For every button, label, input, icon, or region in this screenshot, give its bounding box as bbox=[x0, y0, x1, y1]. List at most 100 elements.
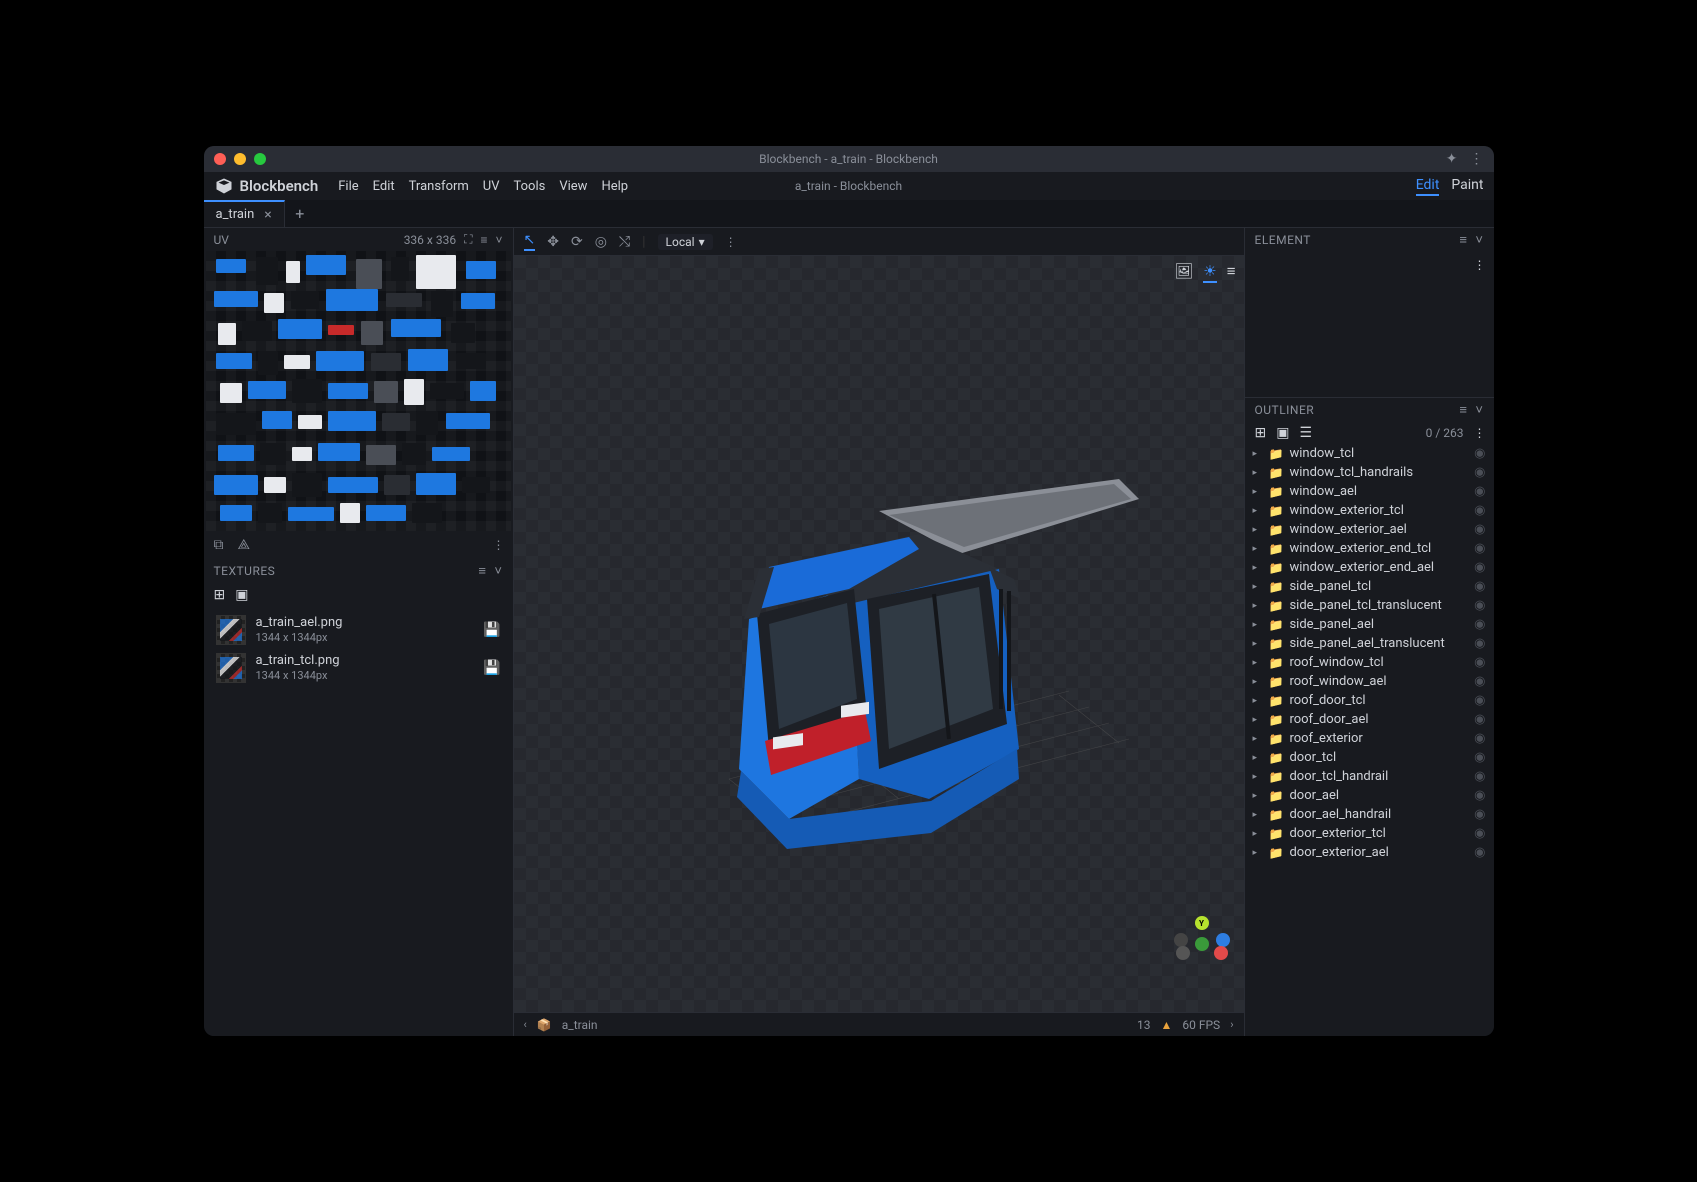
outliner-item[interactable]: ▸📁window_exterior_tcl◉ bbox=[1245, 501, 1494, 520]
expand-chevron-icon[interactable]: ▸ bbox=[1253, 449, 1263, 459]
outliner-item[interactable]: ▸📁window_exterior_end_ael◉ bbox=[1245, 558, 1494, 577]
expand-chevron-icon[interactable]: ▸ bbox=[1253, 620, 1263, 630]
expand-chevron-icon[interactable]: ▸ bbox=[1253, 829, 1263, 839]
uv-canvas[interactable] bbox=[206, 251, 511, 531]
outliner-item[interactable]: ▸📁window_tcl◉ bbox=[1245, 444, 1494, 463]
outliner-item[interactable]: ▸📁door_exterior_tcl◉ bbox=[1245, 824, 1494, 843]
expand-chevron-icon[interactable]: ▸ bbox=[1253, 582, 1263, 592]
expand-chevron-icon[interactable]: ▸ bbox=[1253, 848, 1263, 858]
viewport-menu-icon[interactable]: ≡ bbox=[1227, 262, 1236, 283]
element-menu-icon[interactable]: ≡ bbox=[1459, 232, 1467, 248]
uv-mirror-icon[interactable]: ⟁ bbox=[238, 537, 251, 553]
warning-icon[interactable]: ▲ bbox=[1161, 1018, 1173, 1032]
screenshot-icon[interactable]: 🖼 bbox=[1174, 262, 1193, 283]
gizmo-z-axis[interactable] bbox=[1216, 933, 1230, 947]
visibility-toggle-icon[interactable]: ◉ bbox=[1474, 826, 1485, 841]
add-cube-icon[interactable]: ⊞ bbox=[1255, 425, 1267, 441]
element-more-icon[interactable]: ⋮ bbox=[1474, 258, 1484, 272]
outliner-item[interactable]: ▸📁window_tcl_handrails◉ bbox=[1245, 463, 1494, 482]
expand-chevron-icon[interactable]: ▸ bbox=[1253, 734, 1263, 744]
gizmo-center[interactable] bbox=[1195, 937, 1209, 951]
menu-uv[interactable]: UV bbox=[483, 179, 500, 194]
shading-icon[interactable]: ☀ bbox=[1203, 262, 1216, 283]
outliner-item[interactable]: ▸📁roof_door_tcl◉ bbox=[1245, 691, 1494, 710]
gizmo-y-axis[interactable]: Y bbox=[1195, 916, 1209, 930]
outliner-item[interactable]: ▸📁door_ael_handrail◉ bbox=[1245, 805, 1494, 824]
expand-chevron-icon[interactable]: ▸ bbox=[1253, 715, 1263, 725]
menu-transform[interactable]: Transform bbox=[409, 179, 469, 194]
outliner-item[interactable]: ▸📁roof_door_ael◉ bbox=[1245, 710, 1494, 729]
tool-move-icon[interactable]: ↖ bbox=[524, 232, 536, 251]
gizmo-neg-axis-2[interactable] bbox=[1176, 946, 1190, 960]
visibility-toggle-icon[interactable]: ◉ bbox=[1474, 560, 1485, 575]
uv-menu-icon[interactable]: ≡ bbox=[480, 233, 487, 247]
mode-tab-paint[interactable]: Paint bbox=[1451, 177, 1483, 196]
expand-chevron-icon[interactable]: ▸ bbox=[1253, 791, 1263, 801]
texture-item[interactable]: a_train_ael.png 1344 x 1344px 💾 bbox=[210, 611, 507, 649]
expand-chevron-icon[interactable]: ▸ bbox=[1253, 487, 1263, 497]
expand-chevron-icon[interactable]: ▸ bbox=[1253, 468, 1263, 478]
visibility-toggle-icon[interactable]: ◉ bbox=[1474, 541, 1485, 556]
import-texture-icon[interactable]: ▣ bbox=[235, 587, 248, 603]
save-texture-icon[interactable]: 💾 bbox=[483, 660, 500, 676]
tool-pivot-icon[interactable]: ◎ bbox=[595, 234, 607, 250]
statusbar-forward-icon[interactable]: › bbox=[1230, 1018, 1233, 1031]
visibility-toggle-icon[interactable]: ◉ bbox=[1474, 655, 1485, 670]
uv-more-icon[interactable]: ⋮ bbox=[493, 538, 503, 552]
viewport-3d[interactable]: 🖼 ☀ ≡ bbox=[514, 256, 1244, 1012]
extension-icon[interactable]: ✦ bbox=[1446, 151, 1458, 167]
toggle-options-icon[interactable]: ☰ bbox=[1299, 425, 1312, 441]
visibility-toggle-icon[interactable]: ◉ bbox=[1474, 484, 1485, 499]
visibility-toggle-icon[interactable]: ◉ bbox=[1474, 845, 1485, 860]
tool-rotate-icon[interactable]: ⟳ bbox=[571, 234, 583, 250]
outliner-item[interactable]: ▸📁window_ael◉ bbox=[1245, 482, 1494, 501]
outliner-item[interactable]: ▸📁roof_exterior◉ bbox=[1245, 729, 1494, 748]
outliner-menu-icon[interactable]: ≡ bbox=[1459, 402, 1467, 418]
menu-tools[interactable]: Tools bbox=[514, 179, 546, 194]
element-chevron-down-icon[interactable]: ˅ bbox=[1475, 232, 1483, 248]
outliner-item[interactable]: ▸📁roof_window_ael◉ bbox=[1245, 672, 1494, 691]
outliner-item[interactable]: ▸📁door_exterior_ael◉ bbox=[1245, 843, 1494, 862]
close-tab-icon[interactable]: × bbox=[264, 207, 271, 223]
visibility-toggle-icon[interactable]: ◉ bbox=[1474, 465, 1485, 480]
menu-view[interactable]: View bbox=[559, 179, 587, 194]
statusbar-back-icon[interactable]: ‹ bbox=[524, 1018, 527, 1031]
visibility-toggle-icon[interactable]: ◉ bbox=[1474, 807, 1485, 822]
expand-chevron-icon[interactable]: ▸ bbox=[1253, 810, 1263, 820]
expand-chevron-icon[interactable]: ▸ bbox=[1253, 677, 1263, 687]
save-texture-icon[interactable]: 💾 bbox=[483, 622, 500, 638]
new-tab-button[interactable]: + bbox=[285, 200, 315, 227]
expand-chevron-icon[interactable]: ▸ bbox=[1253, 544, 1263, 554]
add-texture-icon[interactable]: ⊞ bbox=[214, 587, 226, 603]
file-tab[interactable]: a_train × bbox=[204, 200, 285, 227]
add-group-icon[interactable]: ▣ bbox=[1276, 425, 1289, 441]
expand-chevron-icon[interactable]: ▸ bbox=[1253, 525, 1263, 535]
outliner-item[interactable]: ▸📁door_tcl◉ bbox=[1245, 748, 1494, 767]
menu-edit[interactable]: Edit bbox=[373, 179, 395, 194]
expand-chevron-icon[interactable]: ▸ bbox=[1253, 772, 1263, 782]
visibility-toggle-icon[interactable]: ◉ bbox=[1474, 769, 1485, 784]
minimize-window-button[interactable] bbox=[234, 153, 246, 165]
tool-vertex-snap-icon[interactable]: ⤭ bbox=[619, 234, 630, 250]
outliner-more-icon[interactable]: ⋮ bbox=[1474, 426, 1484, 440]
kebab-menu-icon[interactable]: ⋮ bbox=[1470, 151, 1484, 167]
menu-file[interactable]: File bbox=[338, 179, 358, 194]
uv-chevron-down-icon[interactable]: ˅ bbox=[495, 233, 502, 247]
outliner-tree[interactable]: ▸📁window_tcl◉▸📁window_tcl_handrails◉▸📁wi… bbox=[1245, 444, 1494, 1036]
visibility-toggle-icon[interactable]: ◉ bbox=[1474, 712, 1485, 727]
outliner-item[interactable]: ▸📁side_panel_ael◉ bbox=[1245, 615, 1494, 634]
visibility-toggle-icon[interactable]: ◉ bbox=[1474, 693, 1485, 708]
visibility-toggle-icon[interactable]: ◉ bbox=[1474, 788, 1485, 803]
expand-chevron-icon[interactable]: ▸ bbox=[1253, 753, 1263, 763]
mode-tab-edit[interactable]: Edit bbox=[1416, 177, 1440, 196]
tool-resize-icon[interactable]: ✥ bbox=[547, 234, 559, 250]
outliner-item[interactable]: ▸📁side_panel_tcl_translucent◉ bbox=[1245, 596, 1494, 615]
outliner-item[interactable]: ▸📁roof_window_tcl◉ bbox=[1245, 653, 1494, 672]
outliner-item[interactable]: ▸📁door_ael◉ bbox=[1245, 786, 1494, 805]
expand-chevron-icon[interactable]: ▸ bbox=[1253, 563, 1263, 573]
gizmo-x-axis[interactable] bbox=[1214, 946, 1228, 960]
toolbar-more-icon[interactable]: ⋮ bbox=[725, 235, 735, 249]
expand-chevron-icon[interactable]: ▸ bbox=[1253, 601, 1263, 611]
texture-item[interactable]: a_train_tcl.png 1344 x 1344px 💾 bbox=[210, 649, 507, 687]
transform-space-dropdown[interactable]: Local ▾ bbox=[658, 234, 713, 250]
